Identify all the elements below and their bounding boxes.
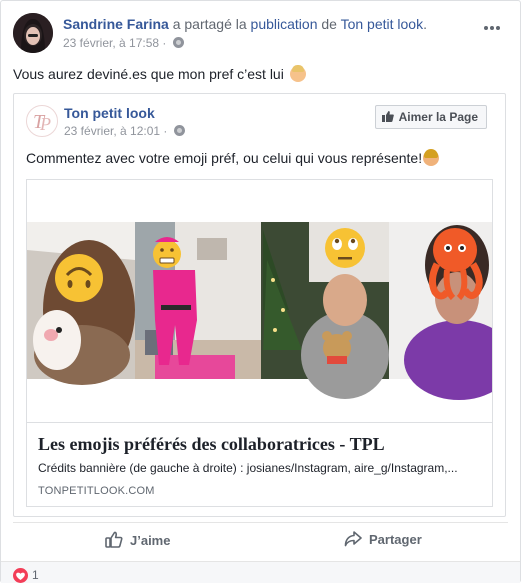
- post-message: Vous aurez deviné.es que mon pref c’est …: [13, 65, 508, 84]
- heart-icon[interactable]: [13, 568, 28, 583]
- shared-post-message-text: Commentez avec votre emoji préf, ou celu…: [26, 150, 423, 166]
- publication-link[interactable]: publication: [251, 16, 318, 32]
- globe-icon[interactable]: [172, 37, 184, 48]
- woman-raising-hand-emoji-icon: [423, 149, 440, 166]
- photo-panel-1: [27, 222, 135, 385]
- author-avatar[interactable]: [13, 13, 53, 53]
- share-label: Partager: [369, 532, 422, 547]
- like-page-label: Aimer la Page: [398, 110, 478, 124]
- embedded-shared-post: T P Ton petit look 23 février, à 12:01 ·…: [13, 93, 506, 517]
- post-header-text: Sandrine Farina a partagé la publication…: [63, 15, 468, 33]
- shared-verb: a partagé la: [172, 16, 247, 32]
- shared-post-meta: 23 février, à 12:01 ·: [64, 124, 185, 138]
- of-text: de: [321, 16, 337, 32]
- like-button[interactable]: J’aime: [105, 531, 170, 548]
- post-actions-bar: J’aime Partager: [13, 522, 508, 558]
- thumbs-up-icon: [381, 111, 394, 122]
- link-preview-body[interactable]: Les emojis préférés des collaboratrices …: [27, 422, 492, 506]
- reactions-footer: 1: [1, 561, 520, 583]
- thumbs-up-outline-icon: [105, 531, 123, 548]
- link-preview-image[interactable]: [27, 180, 492, 422]
- share-arrow-icon: [344, 531, 362, 547]
- woman-emoji-icon: [289, 65, 306, 82]
- link-description: Crédits bannière (de gauche à droite) : …: [38, 461, 458, 475]
- shared-post-timestamp[interactable]: 23 février, à 12:01 ·: [64, 124, 167, 138]
- page-logo[interactable]: T P: [26, 105, 58, 137]
- link-domain: TONPETITLOOK.COM: [38, 485, 155, 497]
- author-name-link[interactable]: Sandrine Farina: [63, 16, 169, 32]
- link-preview-card[interactable]: Les emojis préférés des collaboratrices …: [26, 179, 493, 507]
- post-timestamp[interactable]: 23 février, à 17:58 ·: [63, 36, 166, 50]
- post-meta: 23 février, à 17:58 ·: [63, 36, 184, 50]
- link-title[interactable]: Les emojis préférés des collaboratrices …: [38, 434, 481, 455]
- header-period: .: [423, 16, 427, 32]
- like-page-button[interactable]: Aimer la Page: [374, 105, 487, 129]
- share-button[interactable]: Partager: [344, 531, 422, 547]
- post-header: Sandrine Farina a partagé la publication…: [13, 13, 508, 57]
- photo-panel-2: [135, 222, 261, 379]
- shared-page-name-link[interactable]: Ton petit look: [64, 105, 155, 121]
- photo-panel-4: [389, 222, 492, 400]
- globe-icon[interactable]: [173, 125, 185, 136]
- photo-panel-3: [261, 222, 389, 399]
- more-options-icon[interactable]: [484, 17, 506, 31]
- like-label: J’aime: [130, 533, 171, 548]
- shared-post-message: Commentez avec votre emoji préf, ou celu…: [26, 149, 493, 168]
- svg-text:P: P: [39, 114, 51, 134]
- reaction-count[interactable]: 1: [32, 568, 39, 582]
- page-link[interactable]: Ton petit look: [341, 16, 424, 32]
- shared-post-card: Sandrine Farina a partagé la publication…: [0, 0, 521, 583]
- post-message-text: Vous aurez deviné.es que mon pref c’est …: [13, 66, 284, 82]
